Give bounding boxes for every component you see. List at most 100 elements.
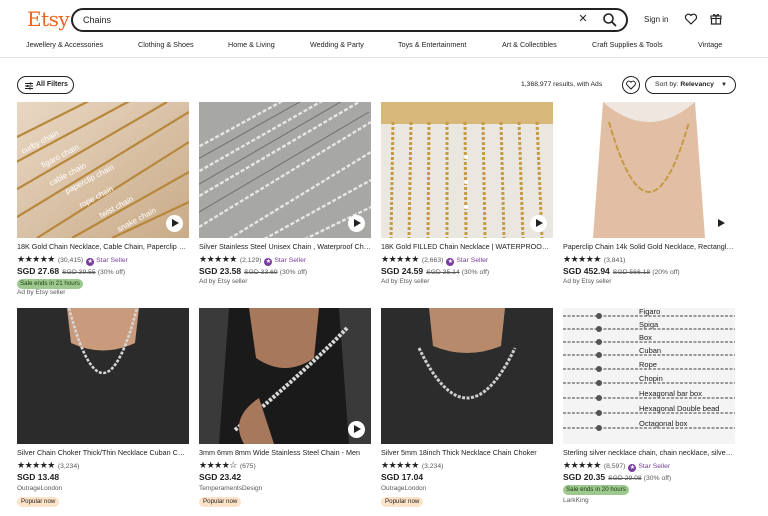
chain-type-label: Hexagonal bar box: [639, 389, 702, 398]
price: SGD 27.68: [17, 266, 60, 276]
star-seller-icon: ★: [446, 258, 455, 266]
category-link[interactable]: Clothing & Shoes: [138, 40, 194, 49]
listing-title[interactable]: Silver Stainless Steel Unisex Chain , Wa…: [199, 242, 371, 251]
all-filters-button[interactable]: All Filters: [17, 76, 74, 94]
star-rating-icon: ★★★★★: [17, 254, 55, 264]
popular-badge: Popular now: [17, 497, 60, 507]
listing-image[interactable]: [381, 308, 553, 444]
listing-title[interactable]: Silver 5mm 18inch Thick Necklace Chain C…: [381, 448, 553, 457]
star-seller-badge: ★ Star Seller: [264, 257, 306, 266]
shop-name[interactable]: LarkKing: [563, 497, 589, 504]
discount: (20% off): [652, 269, 680, 276]
price: SGD 23.58: [199, 266, 242, 276]
search-icon[interactable]: [601, 11, 619, 29]
listing-image[interactable]: [199, 102, 371, 238]
heart-icon[interactable]: [684, 12, 698, 26]
listing-title[interactable]: Sterling silver necklace chain, chain ne…: [563, 448, 735, 457]
listing-image[interactable]: Figaro Spiga Box Cuban Rope Chopin Hexag…: [563, 308, 735, 444]
star-seller-label: Star Seller: [638, 463, 671, 470]
listing-card[interactable]: 3mm 6mm 8mm Wide Stainless Steel Chain -…: [199, 308, 371, 508]
category-link[interactable]: Jewellery & Accessories: [26, 40, 103, 49]
price-row: SGD 17.04: [381, 472, 423, 482]
price-row: SGD 23.58 SGD 33.69 (30% off): [199, 266, 307, 276]
ad-label: Ad by Etsy seller: [199, 278, 248, 285]
listing-card[interactable]: Silver Stainless Steel Unisex Chain , Wa…: [199, 102, 371, 300]
listing-rating: ★★★★★ (30,415) ★ Star Seller: [17, 254, 128, 266]
shop-name[interactable]: OutrageLondon: [17, 485, 62, 492]
listing-title[interactable]: 3mm 6mm 8mm Wide Stainless Steel Chain -…: [199, 448, 371, 457]
review-count: (8,597): [603, 463, 626, 470]
price: SGD 452.94: [563, 266, 610, 276]
listing-image[interactable]: [381, 102, 553, 238]
listing-card[interactable]: 18K Gold FILLED Chain Necklace | WATERPR…: [381, 102, 553, 300]
listing-card[interactable]: Figaro Spiga Box Cuban Rope Chopin Hexag…: [563, 308, 735, 508]
price: SGD 17.04: [381, 472, 424, 482]
listing-image[interactable]: curby chain figaro chain cable chain pap…: [17, 102, 189, 238]
price: SGD 23.42: [199, 472, 242, 482]
review-count: (3,841): [603, 257, 626, 264]
star-rating-icon: ★★★★★: [381, 460, 419, 470]
etsy-logo[interactable]: Etsy: [27, 7, 70, 31]
star-seller-icon: ★: [264, 258, 273, 266]
listing-title[interactable]: Silver Chain Choker Thick/Thin Necklace …: [17, 448, 189, 457]
star-rating-icon: ★★★★★: [563, 460, 601, 470]
listing-rating: ★★★★★ (3,234): [17, 460, 79, 470]
review-count: (30,415): [57, 257, 84, 264]
chain-type-label: Cuban: [639, 346, 661, 355]
play-video-icon[interactable]: [530, 215, 547, 232]
listing-rating: ★★★★☆ (675): [199, 460, 256, 470]
listing-rating: ★★★★★ (2,129) ★ Star Seller: [199, 254, 306, 266]
ad-label: Ad by Etsy seller: [381, 278, 430, 285]
category-link[interactable]: Art & Collectibles: [502, 40, 557, 49]
price-row: SGD 13.48: [17, 472, 59, 482]
review-count: (2,663): [421, 257, 444, 264]
star-seller-icon: ★: [86, 258, 95, 266]
results-count: 1,368,977 results, with Ads: [521, 81, 603, 88]
play-video-icon[interactable]: [166, 215, 183, 232]
sort-dropdown[interactable]: Sort by: Relevancy ▼: [645, 76, 736, 94]
popular-badge: Popular now: [381, 497, 424, 507]
chain-type-label: Octagonal box: [639, 419, 688, 428]
chain-type-label: Chopin: [639, 374, 663, 383]
sign-in-link[interactable]: Sign in: [644, 15, 668, 24]
gift-icon[interactable]: [709, 12, 723, 26]
listing-image[interactable]: [563, 102, 735, 238]
category-link[interactable]: Home & Living: [228, 40, 275, 49]
shop-name[interactable]: TemperamentsDesign: [199, 485, 262, 492]
star-seller-badge: ★ Star Seller: [446, 257, 488, 266]
listing-title[interactable]: 18K Gold Chain Necklace, Cable Chain, Pa…: [17, 242, 189, 251]
play-video-icon[interactable]: [712, 215, 729, 232]
category-link[interactable]: Toys & Entertainment: [398, 40, 466, 49]
price-row: SGD 20.35 SGD 29.08 (30% off): [563, 472, 671, 482]
listing-card[interactable]: Silver Chain Choker Thick/Thin Necklace …: [17, 308, 189, 508]
listing-image[interactable]: [199, 308, 371, 444]
listing-title[interactable]: 18K Gold FILLED Chain Necklace | WATERPR…: [381, 242, 553, 251]
sale-badge: Sale ends in 21 hours: [17, 279, 83, 289]
original-price: SGD 29.08: [608, 475, 642, 482]
shop-name[interactable]: OutrageLondon: [381, 485, 426, 492]
review-count: (3,234): [57, 463, 80, 470]
original-price: SGD 39.55: [62, 269, 96, 276]
play-video-icon[interactable]: [348, 421, 365, 438]
chain-type-label: Box: [639, 333, 652, 342]
category-link[interactable]: Wedding & Party: [310, 40, 364, 49]
discount: (30% off): [97, 269, 126, 276]
price: SGD 13.48: [17, 472, 60, 482]
listing-image[interactable]: [17, 308, 189, 444]
star-rating-icon: ★★★★★: [17, 460, 55, 470]
review-count: (3,234): [421, 463, 444, 470]
listing-card[interactable]: Paperclip Chain 14k Solid Gold Necklace,…: [563, 102, 735, 300]
original-price: SGD 33.69: [244, 269, 278, 276]
category-link[interactable]: Craft Supplies & Tools: [592, 40, 663, 49]
clear-search-icon[interactable]: ✕: [576, 12, 590, 26]
search-input[interactable]: [83, 13, 563, 27]
listing-card[interactable]: curby chain figaro chain cable chain pap…: [17, 102, 189, 300]
heart-outline-icon[interactable]: [622, 76, 640, 94]
category-nav: Jewellery & Accessories Clothing & Shoes…: [0, 40, 768, 54]
search-bar: ✕: [71, 8, 628, 32]
discount: (30% off): [279, 269, 308, 276]
listing-title[interactable]: Paperclip Chain 14k Solid Gold Necklace,…: [563, 242, 735, 251]
play-video-icon[interactable]: [348, 215, 365, 232]
category-link[interactable]: Vintage: [698, 40, 722, 49]
listing-card[interactable]: Silver 5mm 18inch Thick Necklace Chain C…: [381, 308, 553, 508]
